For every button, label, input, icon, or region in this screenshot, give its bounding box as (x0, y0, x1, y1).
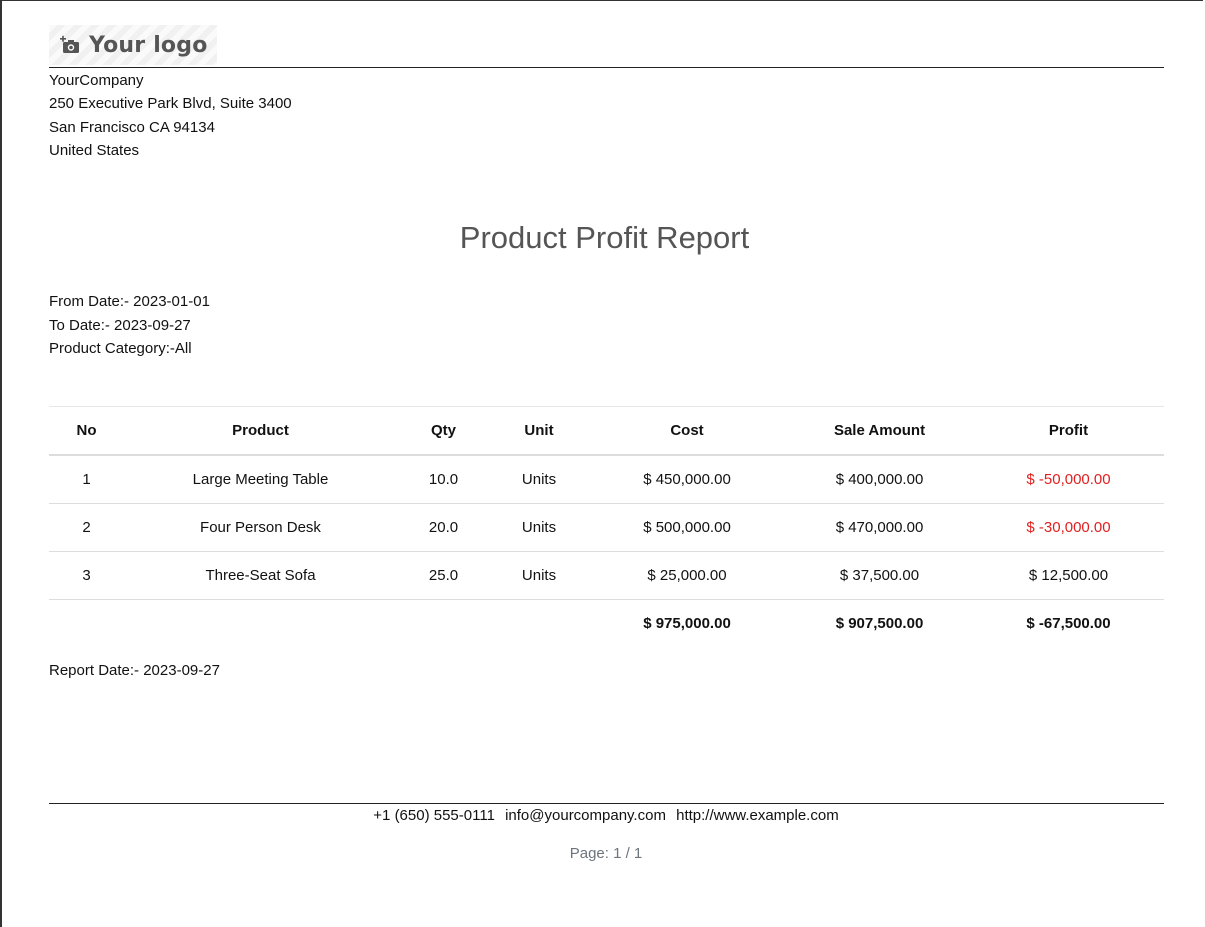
cell-product: Large Meeting Table (192, 471, 329, 488)
column-header-unit: Unit (524, 422, 554, 439)
cell-profit: $ 12,500.00 (1028, 567, 1109, 584)
cell-sale-amount: $ 37,500.00 (839, 567, 920, 584)
cell-empty (49, 600, 124, 647)
company-name: YourCompany (49, 72, 144, 89)
from-date: From Date:- 2023-01-01 (49, 293, 210, 310)
cell-cost: $ 450,000.00 (643, 471, 731, 488)
table-row: 1 Large Meeting Table 10.0 Units $ 450,0… (49, 455, 1164, 504)
company-address: YourCompany 250 Executive Park Blvd, Sui… (49, 69, 292, 162)
company-country: United States (49, 141, 140, 159)
cell-unit: Units (521, 471, 557, 488)
column-header-product: Product (232, 422, 289, 439)
cell-empty (124, 600, 397, 647)
cell-cost: $ 500,000.00 (643, 519, 731, 536)
cell-no: 3 (82, 567, 91, 584)
table-row: 3 Three-Seat Sofa 25.0 Units $ 25,000.00… (49, 552, 1164, 600)
company-logo: Your logo (49, 25, 217, 65)
report-page: Your logo YourCompany 250 Executive Park… (0, 0, 1203, 927)
cell-qty: 20.0 (428, 519, 459, 536)
cell-qty: 25.0 (428, 567, 459, 584)
total-sale-amount: $ 907,500.00 (835, 614, 924, 632)
company-address-line1: 250 Executive Park Blvd, Suite 3400 (49, 95, 292, 113)
cell-profit: $ -30,000.00 (1026, 519, 1111, 536)
cell-no: 2 (82, 519, 91, 536)
cell-sale-amount: $ 470,000.00 (835, 519, 924, 536)
column-header-cost: Cost (670, 422, 704, 439)
logo-text: Your logo (89, 32, 208, 58)
column-header-sale-amount: Sale Amount (833, 422, 926, 439)
column-header-profit: Profit (1048, 422, 1089, 439)
report-filters: From Date:- 2023-01-01 To Date:- 2023-09… (49, 290, 210, 361)
cell-qty: 10.0 (428, 471, 459, 488)
column-header-no: No (76, 422, 97, 439)
cell-product: Three-Seat Sofa (205, 567, 316, 584)
cell-unit: Units (521, 519, 557, 536)
column-header-qty: Qty (430, 422, 456, 439)
cell-product: Four Person Desk (200, 519, 321, 536)
profit-table: No Product Qty Unit Cost Sale Amount Pro… (49, 406, 1164, 646)
total-cost: $ 975,000.00 (643, 614, 731, 632)
cell-empty (490, 600, 588, 647)
total-profit: $ -67,500.00 (1026, 614, 1111, 632)
cell-cost: $ 25,000.00 (647, 567, 727, 584)
report-title: Product Profit Report (459, 220, 750, 255)
company-address-line2: San Francisco CA 94134 (49, 118, 215, 136)
footer-divider (49, 803, 1164, 804)
footer-phone: +1 (650) 555-0111 (373, 807, 495, 824)
product-category: Product Category:-All (49, 340, 192, 357)
page-number: Page: 1 / 1 (569, 845, 643, 862)
table-header-row: No Product Qty Unit Cost Sale Amount Pro… (49, 406, 1164, 455)
footer-email: info@yourcompany.com (505, 807, 666, 824)
cell-sale-amount: $ 400,000.00 (835, 471, 924, 488)
cell-empty (397, 600, 490, 647)
table-row: 2 Four Person Desk 20.0 Units $ 500,000.… (49, 504, 1164, 552)
totals-row: $ 975,000.00 $ 907,500.00 $ -67,500.00 (49, 600, 1164, 647)
report-date: Report Date:- 2023-09-27 (49, 662, 220, 679)
header-divider (49, 67, 1164, 68)
cell-unit: Units (521, 567, 557, 584)
to-date: To Date:- 2023-09-27 (49, 316, 191, 334)
cell-no: 1 (82, 471, 91, 488)
cell-profit: $ -50,000.00 (1026, 471, 1111, 488)
camera-add-icon (59, 34, 81, 56)
footer-website: http://www.example.com (676, 807, 839, 824)
footer-contacts: +1 (650) 555-0111 info@yourcompany.com h… (2, 807, 1205, 824)
